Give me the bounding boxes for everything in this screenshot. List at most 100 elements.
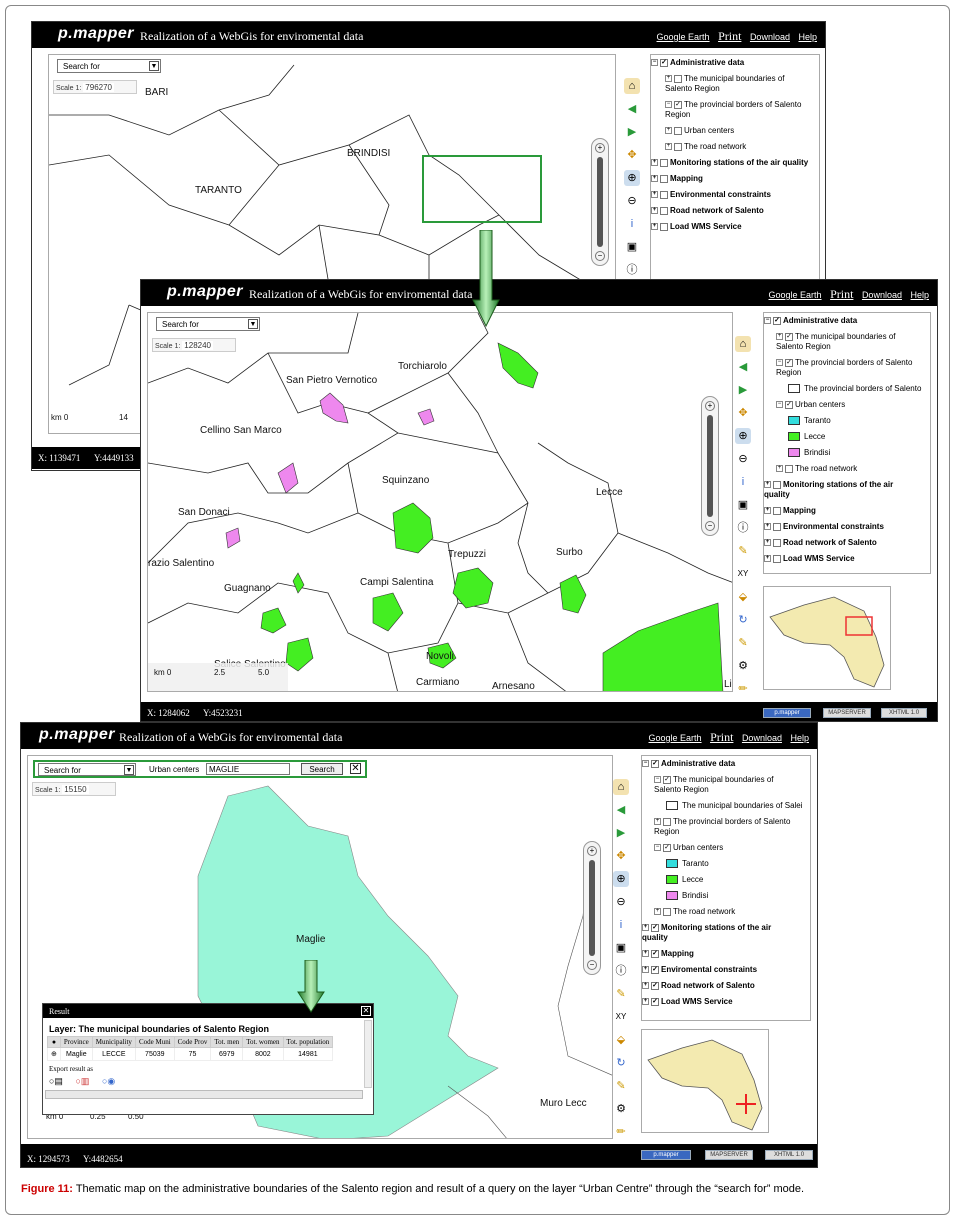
checkbox[interactable]: ✓	[651, 965, 659, 974]
checkbox[interactable]	[660, 206, 668, 215]
toc-monitoring[interactable]: + ✓ Monitoring stations of the air quality	[642, 920, 792, 946]
zoom-out-icon[interactable]: −	[595, 251, 605, 261]
home-icon[interactable]: ⌂	[624, 78, 640, 94]
toc-monitoring[interactable]: + Monitoring stations of the air quality	[764, 477, 914, 503]
pmapper-badge[interactable]: p.mapper	[763, 708, 811, 718]
checkbox[interactable]: ✓	[785, 332, 793, 341]
toc-mapping[interactable]: + Mapping	[651, 171, 819, 187]
checkbox[interactable]	[660, 222, 668, 231]
checkbox[interactable]	[660, 190, 668, 199]
overview-map[interactable]	[763, 586, 891, 690]
toc-wms[interactable]: + ✓ Load WMS Service	[642, 994, 810, 1010]
print-link[interactable]: Print	[718, 29, 741, 43]
checkbox[interactable]: ✓	[651, 981, 659, 990]
identify-icon[interactable]: i	[624, 216, 640, 232]
toc-urban[interactable]: + Urban centers	[651, 123, 819, 139]
back-arrow-icon[interactable]: ◀	[613, 802, 629, 818]
zoom-in-icon[interactable]: +	[595, 143, 605, 153]
pencil-icon[interactable]: ✏	[735, 681, 751, 697]
toc-admin[interactable]: − ✓ Administrative data	[651, 55, 819, 71]
home-icon[interactable]: ⌂	[735, 336, 751, 352]
scale-box[interactable]: Scale 1: 128240	[152, 338, 236, 352]
checkbox[interactable]: ✓	[674, 100, 682, 109]
export-pdf-radio[interactable]: ○▥	[75, 1076, 89, 1086]
checkbox[interactable]	[785, 464, 793, 473]
help-link[interactable]: Help	[790, 733, 809, 743]
search-input[interactable]: MAGLIE	[206, 763, 290, 775]
forward-arrow-icon[interactable]: ▶	[613, 825, 629, 841]
toc-provincial-sub[interactable]: The provincial borders of Salento	[764, 381, 930, 397]
toc-road[interactable]: + The road network	[764, 461, 930, 477]
zoom-out-icon[interactable]: −	[587, 960, 597, 970]
print-link[interactable]: Print	[830, 287, 853, 301]
zoom-track[interactable]	[707, 415, 713, 517]
download-link[interactable]: Download	[750, 32, 790, 42]
toc-roadsal[interactable]: + Road network of Salento	[651, 203, 819, 219]
map-view[interactable]: Search for ▼ Scale 1: 128240 Torchiarolo S…	[147, 312, 733, 692]
zoom-slider[interactable]: + −	[583, 841, 601, 975]
measure-icon[interactable]: ✎	[613, 986, 629, 1002]
mapserver-badge[interactable]: MAPSERVER	[823, 708, 871, 718]
identify-icon[interactable]: i	[613, 917, 629, 933]
select-icon[interactable]: ▣	[735, 497, 751, 513]
bucket-icon[interactable]: ⬙	[613, 1032, 629, 1048]
pmapper-badge[interactable]: p.mapper	[641, 1150, 691, 1160]
toc-mapping[interactable]: + Mapping	[764, 503, 930, 519]
zoom-slider[interactable]: + −	[701, 396, 719, 536]
zoom-track[interactable]	[589, 860, 595, 956]
help-link[interactable]: Help	[798, 32, 817, 42]
toc-municipal[interactable]: + The municipal boundaries of Salento Reg…	[651, 71, 811, 97]
toc-municipal[interactable]: − ✓ The municipal boundaries of Salento Re…	[642, 772, 792, 798]
zoom-out-tool-icon[interactable]: ⊖	[735, 451, 751, 467]
w3c-badge[interactable]: XHTML 1.0	[765, 1150, 813, 1160]
w3c-badge[interactable]: XHTML 1.0	[881, 708, 927, 718]
info-icon[interactable]: ⓘ	[735, 520, 751, 536]
download-link[interactable]: Download	[742, 733, 782, 743]
overview-map[interactable]	[641, 1029, 769, 1133]
forward-arrow-icon[interactable]: ▶	[735, 382, 751, 398]
zoom-out-tool-icon[interactable]: ⊖	[624, 193, 640, 209]
checkbox[interactable]	[773, 538, 781, 547]
toc-municipal-sub[interactable]: The municipal boundaries of Salei	[642, 798, 810, 814]
zoom-out-icon[interactable]: −	[705, 521, 715, 531]
gear-icon[interactable]: ⚙	[735, 658, 751, 674]
checkbox[interactable]: ✓	[663, 775, 671, 784]
checkbox[interactable]: ✓	[660, 58, 668, 67]
identify-icon[interactable]: i	[735, 474, 751, 490]
checkbox[interactable]	[674, 74, 682, 83]
checkbox[interactable]: ✓	[785, 400, 793, 409]
pencil-icon[interactable]: ✏	[613, 1124, 629, 1140]
checkbox[interactable]: ✓	[651, 997, 659, 1006]
zoom-in-icon[interactable]: +	[587, 846, 597, 856]
zoom-slider[interactable]: + −	[591, 138, 609, 266]
checkbox[interactable]	[773, 522, 781, 531]
checkbox[interactable]	[773, 480, 781, 489]
checkbox[interactable]: ✓	[651, 949, 659, 958]
google-earth-link[interactable]: Google Earth	[769, 290, 822, 300]
checkbox[interactable]: ✓	[651, 923, 659, 932]
search-button[interactable]: Search	[301, 763, 343, 775]
toc-monitoring[interactable]: + Monitoring stations of the air quality	[651, 155, 811, 171]
refresh-icon[interactable]: ↻	[735, 612, 751, 628]
checkbox[interactable]: ✓	[663, 843, 671, 852]
select-icon[interactable]: ▣	[624, 239, 640, 255]
bucket-icon[interactable]: ⬙	[735, 589, 751, 605]
toc-wms[interactable]: + Load WMS Service	[764, 551, 930, 567]
download-link[interactable]: Download	[862, 290, 902, 300]
table-row[interactable]: ⊕ Maglie LECCE 75039 75 6979 8002 14981	[47, 1047, 334, 1061]
help-link[interactable]: Help	[910, 290, 929, 300]
google-earth-link[interactable]: Google Earth	[649, 733, 702, 743]
checkbox[interactable]	[674, 142, 682, 151]
toc-env[interactable]: + Environmental constraints	[651, 187, 819, 203]
zoom-out-tool-icon[interactable]: ⊖	[613, 894, 629, 910]
scale-box[interactable]: Scale 1: 15150	[32, 782, 116, 796]
checkbox[interactable]	[773, 506, 781, 515]
checkbox[interactable]	[660, 158, 668, 167]
checkbox[interactable]	[660, 174, 668, 183]
info-icon[interactable]: ⓘ	[624, 262, 640, 278]
export-kml-radio[interactable]: ○◉	[102, 1076, 115, 1086]
checkbox[interactable]: ✓	[773, 316, 781, 325]
xy-icon[interactable]: XY	[735, 566, 751, 582]
zoom-in-tool-icon[interactable]: ⊕	[613, 871, 629, 887]
search-for-select[interactable]: Search for ▼	[156, 317, 260, 331]
